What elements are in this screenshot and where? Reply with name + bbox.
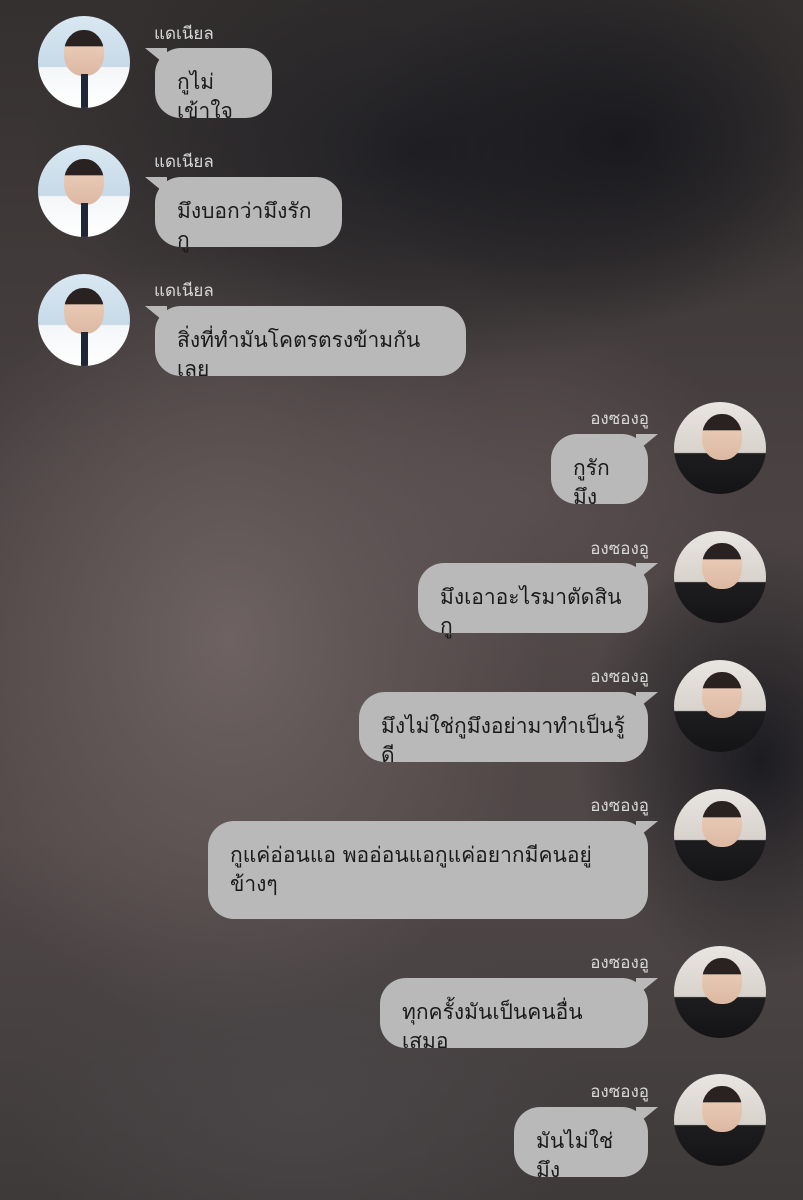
sender-name: องซองอู xyxy=(590,667,649,687)
message-bubble[interactable]: กูไม่เข้าใจ xyxy=(155,48,272,123)
avatar-tie-icon xyxy=(81,332,88,366)
avatar-face-icon xyxy=(702,543,742,589)
avatar-tie-icon xyxy=(81,203,88,237)
sender-name: องซองอู xyxy=(590,409,649,429)
avatar-face-icon xyxy=(702,1086,742,1132)
message-bubble[interactable]: มึงไม่ใช่กูมึงอย่ามาทำเป็นรู้ดี xyxy=(359,692,648,767)
sender-name: แดเนียล xyxy=(154,24,214,44)
avatar-face-icon xyxy=(64,288,104,334)
avatar-face-icon xyxy=(64,159,104,205)
sender-name: องซองอู xyxy=(590,1082,649,1102)
message-bubble[interactable]: กูรักมึง xyxy=(551,434,648,509)
message-bubble[interactable]: สิ่งที่ทำมันโคตรตรงข้ามกันเลย xyxy=(155,306,466,381)
avatar[interactable] xyxy=(38,145,130,237)
sender-name: แดเนียล xyxy=(154,281,214,301)
message-bubble[interactable]: ทุกครั้งมันเป็นคนอื่นเสมอ xyxy=(380,978,648,1053)
avatar[interactable] xyxy=(674,1074,766,1166)
message-bubble[interactable]: มันไม่ใช่มึง xyxy=(514,1107,648,1182)
message-bubble[interactable]: มึงเอาอะไรมาตัดสินกู xyxy=(418,563,648,638)
avatar[interactable] xyxy=(674,789,766,881)
avatar-face-icon xyxy=(702,801,742,847)
avatar-face-icon xyxy=(702,672,742,718)
avatar-face-icon xyxy=(64,30,104,76)
avatar-face-icon xyxy=(702,958,742,1004)
sender-name: แดเนียล xyxy=(154,152,214,172)
sender-name: องซองอู xyxy=(590,796,649,816)
avatar[interactable] xyxy=(674,531,766,623)
avatar[interactable] xyxy=(38,16,130,108)
message-bubble[interactable]: มึงบอกว่ามึงรักกู xyxy=(155,177,342,252)
avatar[interactable] xyxy=(674,946,766,1038)
sender-name: องซองอู xyxy=(590,539,649,559)
avatar-tie-icon xyxy=(81,74,88,108)
avatar[interactable] xyxy=(674,402,766,494)
sender-name: องซองอู xyxy=(590,953,649,973)
message-bubble[interactable]: กูแค่อ่อนแอ พออ่อนแอกูแค่อยากมีคนอยู่ข้า… xyxy=(208,821,648,919)
avatar[interactable] xyxy=(38,274,130,366)
avatar-face-icon xyxy=(702,414,742,460)
avatar[interactable] xyxy=(674,660,766,752)
